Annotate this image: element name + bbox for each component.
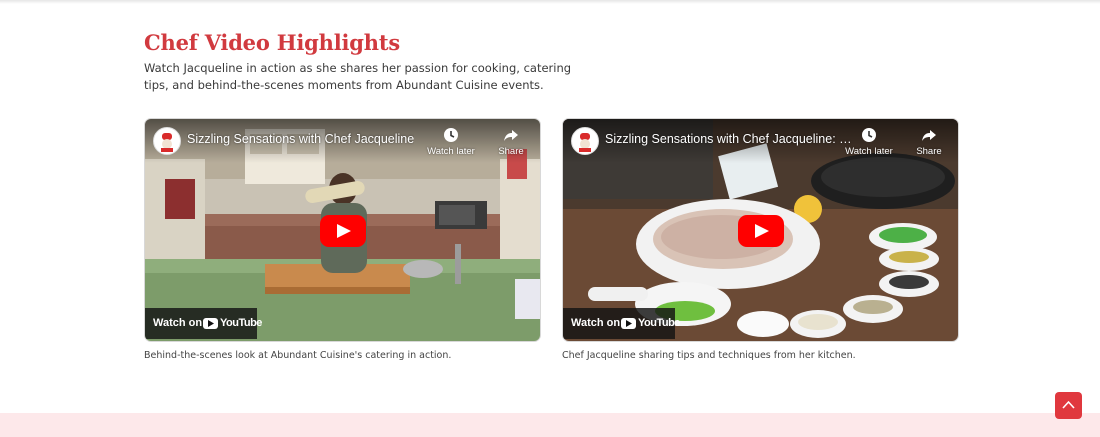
watch-on-youtube-button-1[interactable]: Watch on YouTube bbox=[145, 308, 262, 339]
video-caption-2: Chef Jacqueline sharing tips and techniq… bbox=[562, 350, 856, 361]
watch-later-button-1[interactable]: Watch later bbox=[427, 127, 475, 157]
video-title-1[interactable]: Sizzling Sensations with Chef Jacqueline bbox=[187, 132, 414, 146]
youtube-wordmark-2: YouTube bbox=[638, 317, 680, 329]
channel-avatar-2[interactable] bbox=[571, 127, 599, 155]
share-button-1[interactable]: Share bbox=[487, 127, 535, 157]
video-player-2[interactable]: Sizzling Sensations with Chef Jacqueline… bbox=[562, 118, 959, 342]
watch-later-label-1: Watch later bbox=[427, 146, 475, 157]
share-arrow-icon bbox=[504, 130, 518, 141]
watch-on-youtube-button-2[interactable]: Watch on YouTube bbox=[563, 308, 680, 339]
video-caption-1: Behind-the-scenes look at Abundant Cuisi… bbox=[144, 350, 452, 361]
channel-avatar-1[interactable] bbox=[153, 127, 181, 155]
video-card-2: Sizzling Sensations with Chef Jacqueline… bbox=[562, 118, 959, 361]
watch-later-label-2: Watch later bbox=[845, 146, 893, 157]
play-icon bbox=[755, 224, 769, 238]
chevron-up-icon bbox=[1062, 400, 1075, 409]
clock-icon bbox=[862, 128, 876, 142]
header-shadow bbox=[0, 0, 1100, 4]
share-button-2[interactable]: Share bbox=[905, 127, 953, 157]
share-arrow-icon bbox=[922, 130, 936, 141]
watch-later-button-2[interactable]: Watch later bbox=[845, 127, 893, 157]
share-label-1: Share bbox=[498, 146, 524, 157]
video-player-1[interactable]: Sizzling Sensations with Chef Jacqueline… bbox=[144, 118, 541, 342]
section-title: Chef Video Highlights bbox=[144, 30, 400, 55]
youtube-wordmark-1: YouTube bbox=[220, 317, 262, 329]
share-label-2: Share bbox=[916, 146, 942, 157]
play-button-2[interactable] bbox=[738, 215, 784, 247]
section-description: Watch Jacqueline in action as she shares… bbox=[144, 61, 572, 92]
chef-logo-icon bbox=[155, 129, 179, 153]
chef-logo-icon bbox=[573, 129, 597, 153]
watch-on-label-2: Watch on bbox=[571, 317, 621, 329]
scroll-to-top-button[interactable] bbox=[1055, 392, 1082, 419]
play-button-1[interactable] bbox=[320, 215, 366, 247]
clock-icon bbox=[444, 128, 458, 142]
watch-on-label-1: Watch on bbox=[153, 317, 203, 329]
video-title-2[interactable]: Sizzling Sensations with Chef Jacqueline… bbox=[605, 132, 855, 146]
footer-band bbox=[0, 413, 1100, 437]
play-icon bbox=[337, 224, 351, 238]
video-card-1: Sizzling Sensations with Chef Jacqueline… bbox=[144, 118, 541, 361]
